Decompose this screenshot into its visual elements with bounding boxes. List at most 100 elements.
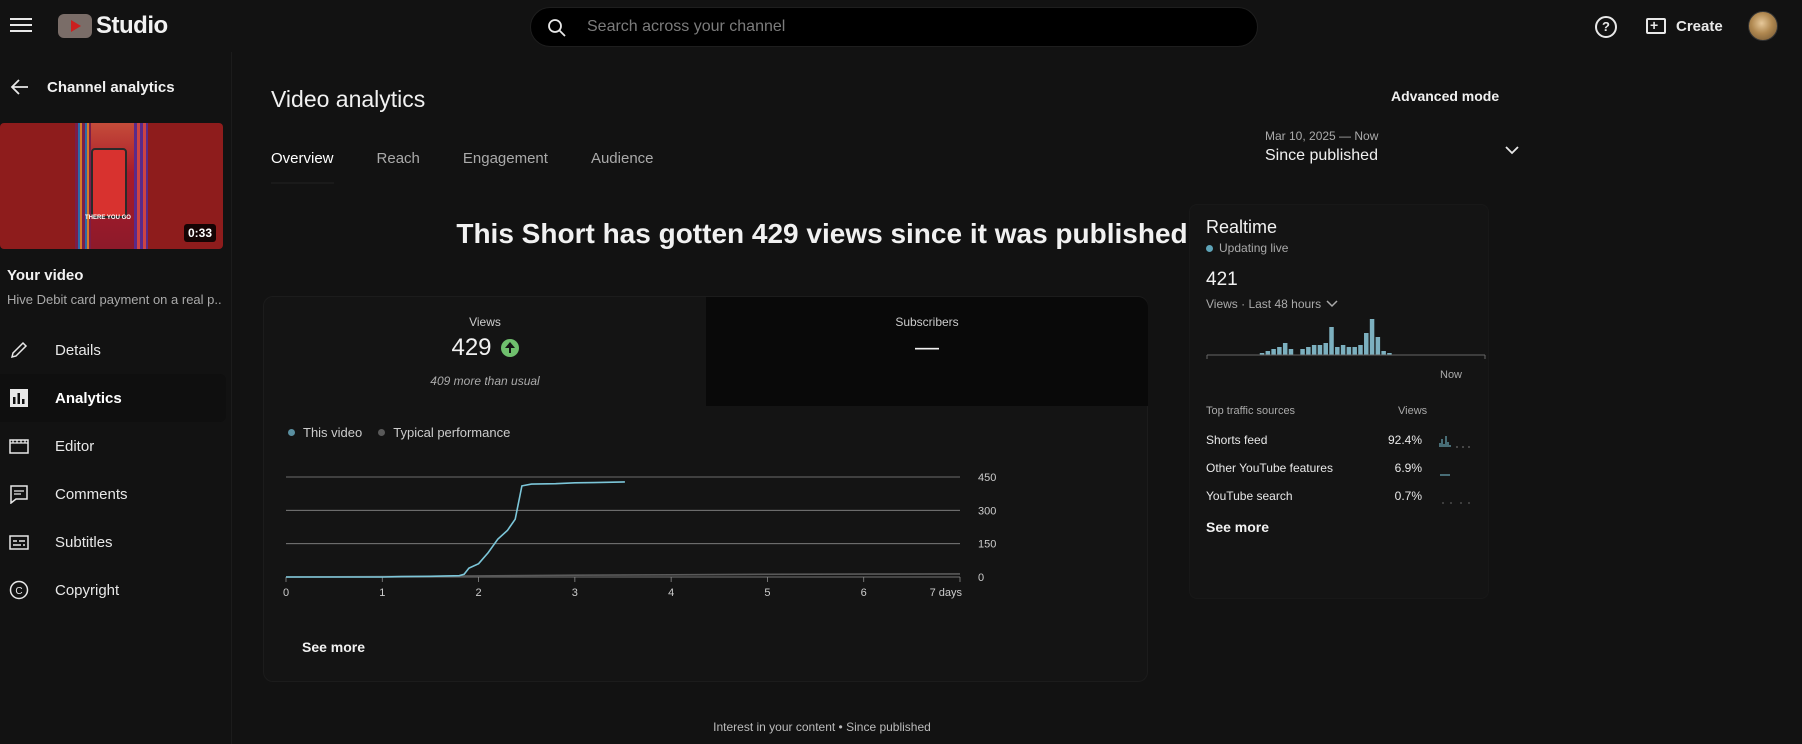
traffic-row: Other YouTube features 6.9% (1206, 461, 1466, 481)
realtime-bar (1352, 347, 1357, 355)
pencil-icon (9, 340, 29, 360)
sidebar-item-subtitles[interactable]: Subtitles (0, 518, 226, 566)
chevron-down-icon (1505, 146, 1519, 155)
tab-audience[interactable]: Audience (591, 150, 654, 186)
y-tick-label: 450 (978, 472, 996, 484)
back-label: Channel analytics (47, 78, 175, 96)
sidebar-item-analytics[interactable]: Analytics (0, 374, 226, 422)
search-icon (548, 19, 566, 37)
traffic-sources-header: Top traffic sources Views (1206, 405, 1451, 417)
realtime-bar (1335, 347, 1340, 355)
realtime-period-dropdown[interactable]: Views · Last 48 hours (1206, 297, 1339, 311)
realtime-bar (1358, 345, 1363, 355)
copyright-icon: C (9, 580, 29, 600)
chevron-down-icon (1326, 300, 1338, 308)
realtime-bar (1306, 347, 1311, 355)
x-tick-label: 5 (764, 587, 770, 599)
realtime-bar (1317, 345, 1323, 355)
traffic-source: Shorts feed (1206, 433, 1268, 447)
svg-text:C: C (15, 586, 22, 597)
menu-icon[interactable] (10, 14, 32, 36)
page-title: Video analytics (271, 86, 426, 112)
date-range-picker[interactable]: Mar 10, 2025 — Now Since published (1265, 129, 1565, 165)
x-tick-label: 6 (861, 587, 867, 599)
sidebar-item-editor[interactable]: Editor (0, 422, 226, 470)
create-button[interactable]: Create (1646, 12, 1723, 40)
views-metric-tab[interactable]: Views 429 409 more than usual (264, 297, 706, 406)
realtime-bar (1265, 351, 1271, 355)
realtime-period-label: Views · Last 48 hours (1206, 297, 1322, 311)
sidebar-item-comments[interactable]: Comments (0, 470, 226, 518)
realtime-bar (1271, 349, 1276, 355)
realtime-bar (1288, 349, 1294, 355)
realtime-bar (1329, 327, 1334, 355)
subscribers-value: — (915, 334, 939, 361)
video-title: Hive Debit card payment on a real p... (7, 292, 222, 307)
views-value-row: 429 (264, 334, 706, 362)
thumbnail-image: THERE YOU GO (75, 123, 148, 249)
realtime-status-label: Updating live (1219, 241, 1289, 255)
sidebar-item-label: Subtitles (55, 533, 113, 551)
tab-overview[interactable]: Overview (271, 150, 334, 186)
sidebar-item-label: Comments (55, 485, 128, 503)
interest-section-title: Interest in your content • Since publish… (713, 720, 931, 734)
x-tick-label: 7 days (930, 587, 963, 599)
video-thumbnail[interactable]: THERE YOU GO 0:33 (0, 123, 223, 249)
youtube-logo-icon (58, 14, 92, 38)
y-tick-label: 300 (978, 505, 996, 517)
y-tick-label: 0 (978, 572, 984, 584)
analytics-icon (9, 388, 29, 408)
analytics-tabs: Overview Reach Engagement Audience (271, 150, 697, 186)
series-line (286, 481, 625, 578)
traffic-pct: 6.9% (1394, 461, 1422, 475)
realtime-bar (1369, 319, 1375, 355)
traffic-views-title: Views (1398, 405, 1428, 417)
search-bar[interactable] (530, 7, 1258, 47)
x-tick-label: 3 (572, 587, 578, 599)
back-to-channel-analytics[interactable]: Channel analytics (0, 74, 232, 100)
sidebar: Channel analytics THERE YOU GO 0:33 Your… (0, 52, 232, 744)
realtime-bar (1346, 347, 1352, 355)
thumbnail-caption: THERE YOU GO (85, 215, 131, 221)
realtime-bar (1375, 337, 1381, 355)
tab-engagement[interactable]: Engagement (463, 150, 548, 186)
date-range-label: Since published (1265, 147, 1378, 164)
realtime-bar (1282, 343, 1288, 355)
subscribers-metric-tab[interactable]: Subscribers — (706, 297, 1148, 406)
sidebar-item-copyright[interactable]: C Copyright (0, 566, 226, 614)
help-icon[interactable]: ? (1595, 16, 1617, 38)
views-comparison: 409 more than usual (430, 374, 540, 388)
x-tick-label: 1 (379, 587, 385, 599)
realtime-bar (1364, 333, 1369, 355)
views-label: Views (469, 315, 501, 329)
avatar[interactable] (1748, 11, 1778, 41)
studio-logo[interactable]: Studio (58, 12, 168, 40)
realtime-card: Realtime Updating live 421 Views · Last … (1189, 204, 1489, 599)
comments-icon (9, 484, 29, 504)
subtitles-icon (9, 532, 29, 552)
tab-reach[interactable]: Reach (377, 150, 420, 186)
traffic-row: Shorts feed 92.4% (1206, 433, 1470, 453)
realtime-count: 421 (1206, 269, 1238, 290)
x-tick-label: 0 (283, 587, 289, 599)
sidebar-item-label: Analytics (55, 389, 122, 407)
advanced-mode-button[interactable]: Advanced mode (1375, 78, 1515, 114)
traffic-sparkline (1442, 502, 1470, 504)
sidebar-nav: Details Analytics Editor Comments Subtit… (0, 326, 232, 614)
arrow-up-icon (500, 339, 519, 357)
see-more-button[interactable]: See more (302, 639, 365, 655)
overview-card: Views 429 409 more than usual Subscriber… (263, 296, 1148, 682)
x-tick-label: 2 (476, 587, 482, 599)
sidebar-item-details[interactable]: Details (0, 326, 226, 374)
live-dot-icon (1206, 244, 1213, 252)
search-input[interactable] (587, 8, 1187, 46)
realtime-see-more-button[interactable]: See more (1206, 519, 1269, 535)
subscribers-label: Subscribers (895, 315, 959, 329)
traffic-sparkline (1439, 436, 1470, 448)
realtime-bar-chart (1206, 319, 1486, 359)
traffic-sources-title: Top traffic sources (1206, 405, 1296, 417)
realtime-bar (1277, 347, 1282, 355)
date-range-text: Mar 10, 2025 — Now (1265, 129, 1379, 143)
video-duration: 0:33 (183, 224, 216, 242)
realtime-status: Updating live (1206, 241, 1288, 255)
